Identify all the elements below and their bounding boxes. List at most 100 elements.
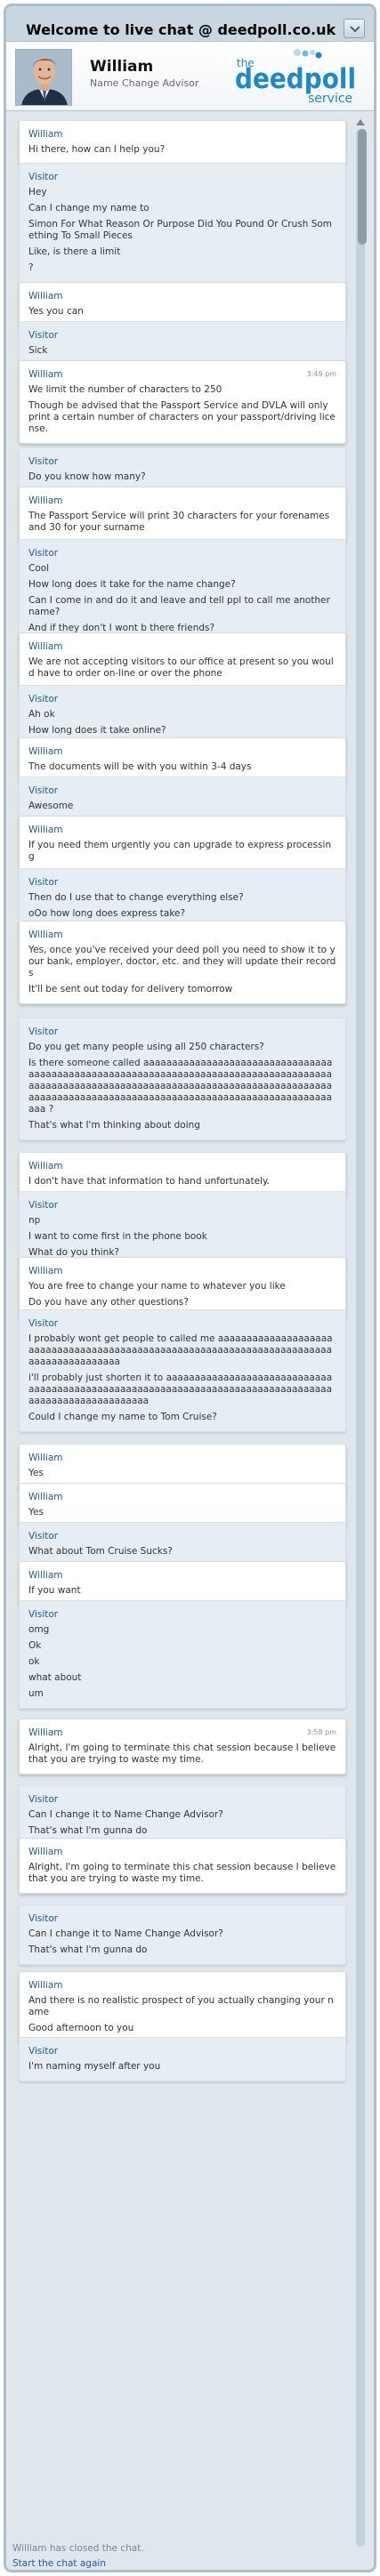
chevron-down-icon xyxy=(350,26,360,33)
message-sender: William xyxy=(28,129,63,140)
message-text: That's what I'm gunna do xyxy=(28,1825,148,1836)
message-text: Ah ok xyxy=(28,709,55,720)
message-sender: Visitor xyxy=(28,1200,59,1211)
message-sender: William xyxy=(28,1266,63,1276)
chat-message: William Alright, I'm going to terminate t… xyxy=(19,1838,346,1894)
chat-message: William If you need them urgently you can… xyxy=(19,816,346,872)
message-text: We limit the number of characters to 250 xyxy=(28,384,222,395)
chat-message: William 3:49 pm We limit the number of cha… xyxy=(19,360,346,444)
message-text: Ok xyxy=(28,1640,42,1651)
scrollbar[interactable] xyxy=(354,117,368,2547)
chat-message: William Yes you can xyxy=(19,282,346,326)
chat-message: Visitor Sick xyxy=(19,321,346,366)
message-text: omg xyxy=(28,1624,50,1635)
message-sender: William xyxy=(28,1453,63,1463)
message-sender: Visitor xyxy=(28,877,59,888)
minimize-button[interactable] xyxy=(344,19,365,38)
chat-message: William I don't have that information to … xyxy=(19,1152,346,1196)
message-text: Can I change it to Name Change Advisor? xyxy=(28,1928,223,1939)
message-text: Hi there, how can I help you? xyxy=(28,144,166,155)
chat-message: William Hi there, how can I help you? xyxy=(19,120,346,165)
message-sender: William xyxy=(28,746,63,757)
chat-message: William If you want xyxy=(19,1561,346,1606)
message-text: what about xyxy=(28,1672,82,1683)
scroll-up-arrow-icon[interactable] xyxy=(354,117,367,127)
message-text: If you want xyxy=(28,1585,81,1596)
message-text: Yes xyxy=(28,1507,44,1517)
message-sender: William xyxy=(28,930,63,940)
message-text: Simon For What Reason Or Purpose Did You… xyxy=(28,219,333,241)
message-sender: William xyxy=(28,1980,63,1991)
message-text: Good afternoon to you xyxy=(28,2023,134,2033)
message-text: Is there someone called aaaaaaaaaaaaaaaa… xyxy=(28,1058,333,1115)
message-text: That's what I'm thinking about doing xyxy=(28,1120,200,1131)
chat-transcript[interactable]: William Hi there, how can I help you? Visi… xyxy=(19,120,346,2547)
message-text: What about Tom Cruise Sucks? xyxy=(28,1546,173,1557)
chat-message: Visitor What about Tom Cruise Sucks? xyxy=(19,1522,346,1566)
message-text: That's what I'm gunna do xyxy=(28,1944,148,1955)
chat-message: Visitor Awesome xyxy=(19,777,346,821)
message-text: Can I change my name to xyxy=(28,203,150,213)
message-sender: Visitor xyxy=(28,1913,59,1924)
message-sender: William xyxy=(28,825,63,835)
message-sender: William xyxy=(28,495,63,506)
message-sender: William xyxy=(28,1847,63,1857)
title-bar: Welcome to live chat @ deedpoll.co.uk xyxy=(6,6,374,42)
message-sender: Visitor xyxy=(28,1026,59,1037)
logo-suffix: service xyxy=(308,92,352,106)
agent-name: William xyxy=(90,58,154,76)
chat-message: William The documents will be with you wi… xyxy=(19,737,346,782)
message-text: I want to come first in the phone book xyxy=(28,1231,207,1242)
message-text: If you need them urgently you can upgrad… xyxy=(28,840,332,862)
message-sender: William xyxy=(28,641,63,652)
message-text: Do you get many people using all 250 cha… xyxy=(28,1042,264,1052)
message-text: um xyxy=(28,1688,44,1699)
message-text: oOo how long does express take? xyxy=(28,908,186,919)
chat-message: Visitor Then do I use that to change ever… xyxy=(19,868,346,929)
message-text: Yes, once you've received your deed poll… xyxy=(28,945,336,978)
message-sender: Visitor xyxy=(28,330,59,341)
message-text: I probably wont get people to called me … xyxy=(28,1333,333,1367)
message-text: It'll be sent out today for delivery tom… xyxy=(28,984,233,994)
message-text: Yes xyxy=(28,1468,44,1478)
avatar xyxy=(15,49,72,106)
chat-message: William And there is no realistic prospec… xyxy=(19,1971,346,2043)
message-timestamp: 3:58 pm xyxy=(306,1728,336,1736)
chat-message: William Yes xyxy=(19,1483,346,1527)
message-text: Awesome xyxy=(28,801,74,811)
chat-message: William Yes, once you've received your de… xyxy=(19,921,346,1004)
chat-message: Visitor Hey Can I change my name to Simon F… xyxy=(19,163,346,283)
message-text: Do you have any other questions? xyxy=(28,1297,189,1308)
agent-role: Name Change Advisor xyxy=(90,77,199,89)
chat-message: Visitor Ah ok How long does it take online… xyxy=(19,685,346,745)
chat-message: William Yes xyxy=(19,1444,346,1488)
message-text: Can I come in and do it and leave and te… xyxy=(28,595,330,617)
message-text: How long does it take for the name chang… xyxy=(28,579,236,590)
agent-panel: William Name Change Advisor the deedpoll… xyxy=(6,42,374,111)
chat-message: Visitor Can I change it to Name Change Ad… xyxy=(19,1904,346,1965)
message-sender: Visitor xyxy=(28,2046,59,2057)
message-sender: Visitor xyxy=(28,548,59,559)
message-text: Sick xyxy=(28,345,48,356)
message-text: The Passport Service will print 30 chara… xyxy=(28,511,330,533)
message-text: I'm naming myself after you xyxy=(28,2061,161,2072)
restart-chat-link[interactable]: Start the chat again xyxy=(12,2558,106,2569)
message-text: Can I change it to Name Change Advisor? xyxy=(28,1809,223,1820)
message-text: ? xyxy=(28,262,34,273)
scroll-track[interactable] xyxy=(356,129,367,2547)
message-text: Alright, I'm going to terminate this cha… xyxy=(28,1743,336,1765)
logo-main: deedpoll xyxy=(235,63,356,95)
agent-photo xyxy=(16,50,71,105)
message-text: np xyxy=(28,1215,41,1226)
message-text: Like, is there a limit xyxy=(28,246,121,257)
message-text: Hey xyxy=(28,187,47,197)
chat-message: Visitor omg Ok ok what about um xyxy=(19,1600,346,1709)
message-sender: Visitor xyxy=(28,1318,59,1329)
message-text: i'll probably just shorten it to aaaaaaa… xyxy=(28,1373,333,1406)
window-title: Welcome to live chat @ deedpoll.co.uk xyxy=(26,21,336,38)
message-sender: Visitor xyxy=(28,1794,59,1805)
message-sender: Visitor xyxy=(28,172,59,182)
message-text: Alright, I'm going to terminate this cha… xyxy=(28,1862,336,1884)
message-sender: Visitor xyxy=(28,456,59,467)
scroll-thumb[interactable] xyxy=(358,129,367,245)
